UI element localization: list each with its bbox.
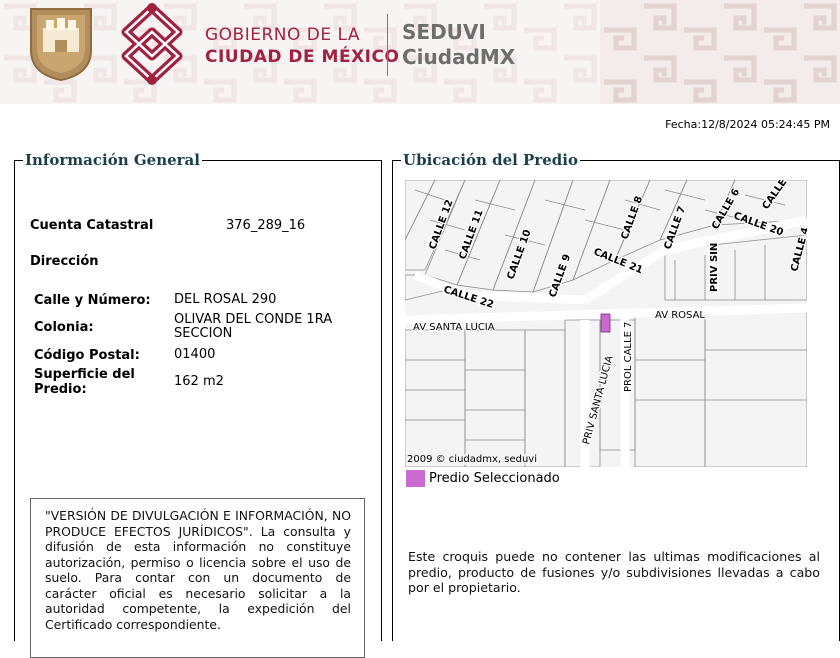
selected-parcel-swatch — [406, 470, 425, 487]
gov-line-2: CIUDAD DE MÉXICO — [205, 47, 400, 67]
cdmx-knot-logo-icon — [121, 3, 183, 85]
selected-parcel[interactable] — [600, 313, 611, 333]
direccion-label: Dirección — [30, 254, 99, 269]
government-name: GOBIERNO DE LA CIUDAD DE MÉXICO — [205, 24, 399, 68]
colonia-value: OLIVAR DEL CONDE 1RA SECCION — [174, 312, 333, 341]
colonia-label: Colonia: — [34, 320, 94, 335]
header-divider — [387, 14, 388, 76]
calle-numero-label: Calle y Número: — [34, 293, 151, 308]
map-credit: 2009 © ciudadmx, seduvi — [407, 454, 538, 465]
seduvi-line-2: CiudadMX — [402, 45, 516, 69]
legal-disclaimer: "VERSIÓN DE DIVULGACIÓN E INFORMACIÓN, N… — [30, 498, 365, 658]
map-label-santa-lucia: AV SANTA LUCIA — [413, 322, 495, 333]
superficie-label: Superficie del Predio: — [34, 367, 135, 397]
location-fieldset: Ubicación del Predio CALLE 12 CALLE 11 C… — [392, 151, 840, 641]
seduvi-line-1: SEDUVI — [402, 20, 486, 44]
seduvi-brand: SEDUVI CiudadMX — [402, 20, 515, 70]
report-date: Fecha:12/8/2024 05:24:45 PM — [665, 118, 830, 131]
map-drawing: CALLE 12 CALLE 11 CALLE 10 CALLE 9 CALLE… — [405, 180, 807, 467]
gov-line-1: GOBIERNO DE LA — [205, 25, 361, 45]
cuenta-catastral-label: Cuenta Catastral — [30, 218, 154, 233]
cuenta-catastral-value: 376_289_16 — [226, 218, 306, 233]
general-info-fieldset: Información General Cuenta Catastral 376… — [14, 151, 382, 658]
map-label-prol-calle-7: PROL CALLE 7 — [623, 322, 634, 392]
map-disclaimer-note: Este croquis puede no contener las ultim… — [408, 549, 820, 595]
calle-numero-value: DEL ROSAL 290 — [174, 292, 277, 307]
location-legend: Ubicación del Predio — [401, 151, 580, 169]
selected-parcel-legend: Predio Seleccionado — [429, 471, 560, 486]
map-label-priv-sin: PRIV SIN — [709, 243, 720, 292]
general-info-legend: Información General — [23, 151, 202, 169]
superficie-value: 162 m2 — [174, 374, 224, 389]
codigo-postal-value: 01400 — [174, 347, 216, 362]
location-map[interactable]: CALLE 12 CALLE 11 CALLE 10 CALLE 9 CALLE… — [405, 180, 807, 467]
cdmx-shield-icon — [30, 8, 92, 82]
codigo-postal-label: Código Postal: — [34, 348, 140, 363]
header-banner: GOBIERNO DE LA CIUDAD DE MÉXICO SEDUVI C… — [0, 0, 840, 104]
map-label-rosal: AV ROSAL — [655, 310, 705, 321]
